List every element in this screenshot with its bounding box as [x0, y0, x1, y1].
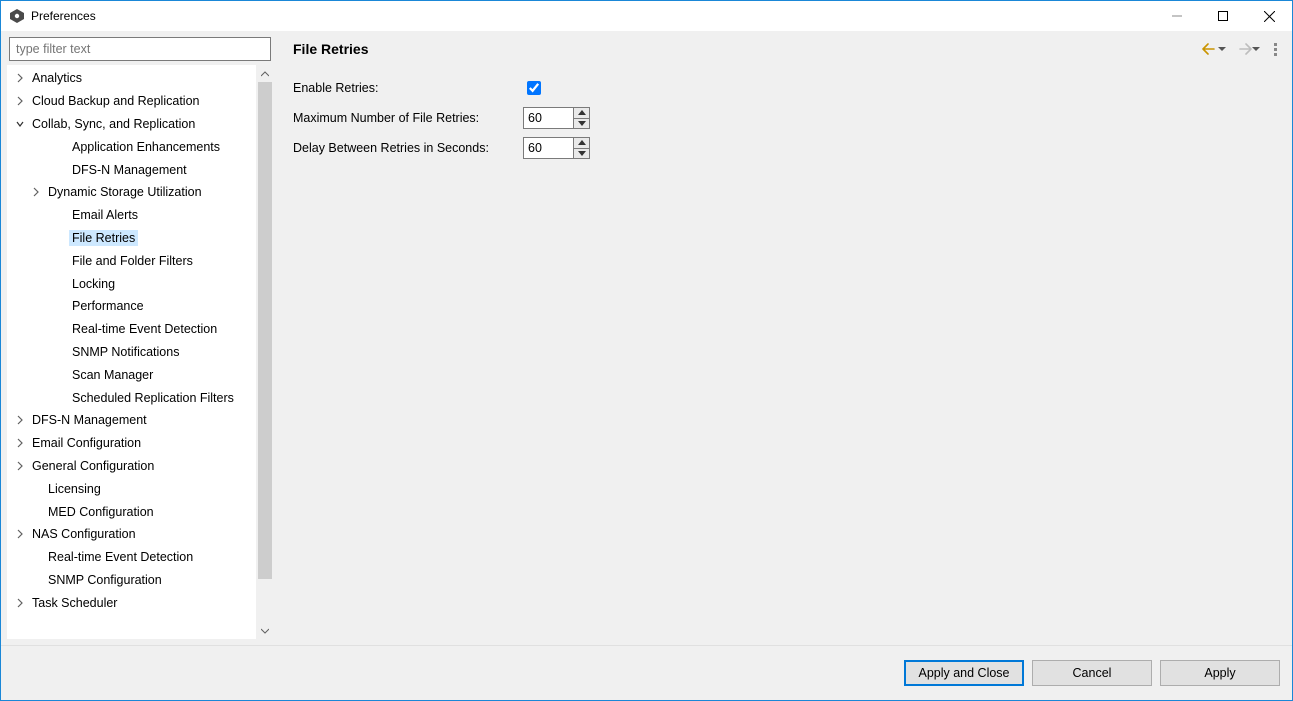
- tree-item-label: Real-time Event Detection: [69, 321, 220, 337]
- window-title: Preferences: [31, 9, 96, 23]
- apply-and-close-button[interactable]: Apply and Close: [904, 660, 1024, 686]
- chevron-right-icon[interactable]: [29, 187, 43, 197]
- tree-item-label: Email Alerts: [69, 207, 141, 223]
- nav-back-button[interactable]: [1202, 43, 1226, 55]
- tree-item-label: File and Folder Filters: [69, 253, 196, 269]
- tree-item[interactable]: SNMP Configuration: [7, 569, 256, 592]
- tree-item[interactable]: Cloud Backup and Replication: [7, 90, 256, 113]
- arrow-forward-icon: [1236, 43, 1252, 55]
- chevron-down-icon[interactable]: [13, 119, 27, 129]
- tree-item-label: Licensing: [45, 481, 104, 497]
- chevron-right-icon[interactable]: [13, 96, 27, 106]
- tree-item-label: DFS-N Management: [29, 412, 150, 428]
- titlebar: Preferences: [1, 1, 1292, 31]
- tree-item[interactable]: DFS-N Management: [7, 409, 256, 432]
- arrow-back-icon: [1202, 43, 1218, 55]
- scroll-down-icon[interactable]: [257, 622, 273, 639]
- tree-item[interactable]: SNMP Notifications: [7, 341, 256, 364]
- tree-item-label: SNMP Configuration: [45, 572, 165, 588]
- tree-item-label: Task Scheduler: [29, 595, 120, 611]
- tree-item[interactable]: Scan Manager: [7, 363, 256, 386]
- apply-button[interactable]: Apply: [1160, 660, 1280, 686]
- tree-item[interactable]: Licensing: [7, 477, 256, 500]
- left-pane: Analytics Cloud Backup and Replication Col…: [1, 31, 273, 645]
- tree-item[interactable]: General Configuration: [7, 455, 256, 478]
- preferences-window: Preferences Analytics Cloud Backup and Re…: [0, 0, 1293, 701]
- page-title: File Retries: [293, 41, 368, 57]
- tree-item[interactable]: Application Enhancements: [7, 135, 256, 158]
- chevron-right-icon[interactable]: [13, 73, 27, 83]
- delay-retries-label: Delay Between Retries in Seconds:: [293, 141, 523, 155]
- chevron-down-icon: [1218, 43, 1226, 55]
- tree-item[interactable]: Task Scheduler: [7, 591, 256, 614]
- tree-item-label: Analytics: [29, 70, 85, 86]
- chevron-right-icon[interactable]: [13, 438, 27, 448]
- tree-item-label: Collab, Sync, and Replication: [29, 116, 198, 132]
- enable-retries-label: Enable Retries:: [293, 81, 523, 95]
- max-retries-spinner[interactable]: [523, 107, 590, 129]
- delay-retries-input[interactable]: [523, 137, 573, 159]
- tree-item-label: Performance: [69, 298, 147, 314]
- tree-item-label: MED Configuration: [45, 504, 157, 520]
- tree-item[interactable]: Real-time Event Detection: [7, 546, 256, 569]
- filter-input[interactable]: [9, 37, 271, 61]
- tree-item-label: DFS-N Management: [69, 162, 190, 178]
- tree-item-label: Locking: [69, 276, 118, 292]
- tree-item-label: Dynamic Storage Utilization: [45, 184, 205, 200]
- tree-item-label: Scan Manager: [69, 367, 156, 383]
- tree-item[interactable]: Locking: [7, 272, 256, 295]
- scroll-up-icon[interactable]: [257, 65, 273, 82]
- close-button[interactable]: [1246, 1, 1292, 31]
- chevron-right-icon[interactable]: [13, 461, 27, 471]
- tree-item-label: NAS Configuration: [29, 526, 139, 542]
- tree-item-label: Application Enhancements: [69, 139, 223, 155]
- tree-scrollbar[interactable]: [256, 65, 273, 639]
- tree-item[interactable]: Email Alerts: [7, 204, 256, 227]
- view-menu-button[interactable]: [1270, 43, 1280, 56]
- tree-item[interactable]: MED Configuration: [7, 500, 256, 523]
- tree-item[interactable]: Analytics: [7, 67, 256, 90]
- spinner-down-icon[interactable]: [574, 148, 589, 159]
- tree-item-label: File Retries: [69, 230, 138, 246]
- max-retries-input[interactable]: [523, 107, 573, 129]
- tree-item[interactable]: Real-time Event Detection: [7, 318, 256, 341]
- maximize-button[interactable]: [1200, 1, 1246, 31]
- scroll-thumb[interactable]: [258, 82, 272, 579]
- tree-item-label: Cloud Backup and Replication: [29, 93, 202, 109]
- tree-item[interactable]: File and Folder Filters: [7, 249, 256, 272]
- spinner-up-icon[interactable]: [574, 108, 589, 118]
- tree-item[interactable]: DFS-N Management: [7, 158, 256, 181]
- delay-retries-spinner[interactable]: [523, 137, 590, 159]
- tree-item-label: Scheduled Replication Filters: [69, 390, 237, 406]
- right-pane: File Retries: [273, 31, 1292, 645]
- tree-item[interactable]: Performance: [7, 295, 256, 318]
- spinner-down-icon[interactable]: [574, 118, 589, 129]
- minimize-button[interactable]: [1154, 1, 1200, 31]
- enable-retries-checkbox[interactable]: [527, 81, 541, 95]
- nav-forward-button[interactable]: [1236, 43, 1260, 55]
- dialog-button-row: Apply and Close Cancel Apply: [1, 646, 1292, 700]
- tree-item-label: SNMP Notifications: [69, 344, 182, 360]
- max-retries-label: Maximum Number of File Retries:: [293, 111, 523, 125]
- chevron-right-icon[interactable]: [13, 415, 27, 425]
- tree-item-label: Email Configuration: [29, 435, 144, 451]
- header-toolbar: [1202, 43, 1280, 56]
- chevron-right-icon[interactable]: [13, 529, 27, 539]
- tree-item-label: General Configuration: [29, 458, 157, 474]
- tree-item[interactable]: File Retries: [7, 227, 256, 250]
- app-icon: [9, 8, 25, 24]
- tree-item[interactable]: Collab, Sync, and Replication: [7, 113, 256, 136]
- tree-item[interactable]: NAS Configuration: [7, 523, 256, 546]
- tree-item[interactable]: Email Configuration: [7, 432, 256, 455]
- tree-item[interactable]: Scheduled Replication Filters: [7, 386, 256, 409]
- preferences-tree[interactable]: Analytics Cloud Backup and Replication Col…: [7, 65, 256, 639]
- spinner-up-icon[interactable]: [574, 138, 589, 148]
- chevron-down-icon: [1252, 43, 1260, 55]
- cancel-button[interactable]: Cancel: [1032, 660, 1152, 686]
- tree-item[interactable]: Dynamic Storage Utilization: [7, 181, 256, 204]
- tree-item-label: Real-time Event Detection: [45, 549, 196, 565]
- chevron-right-icon[interactable]: [13, 598, 27, 608]
